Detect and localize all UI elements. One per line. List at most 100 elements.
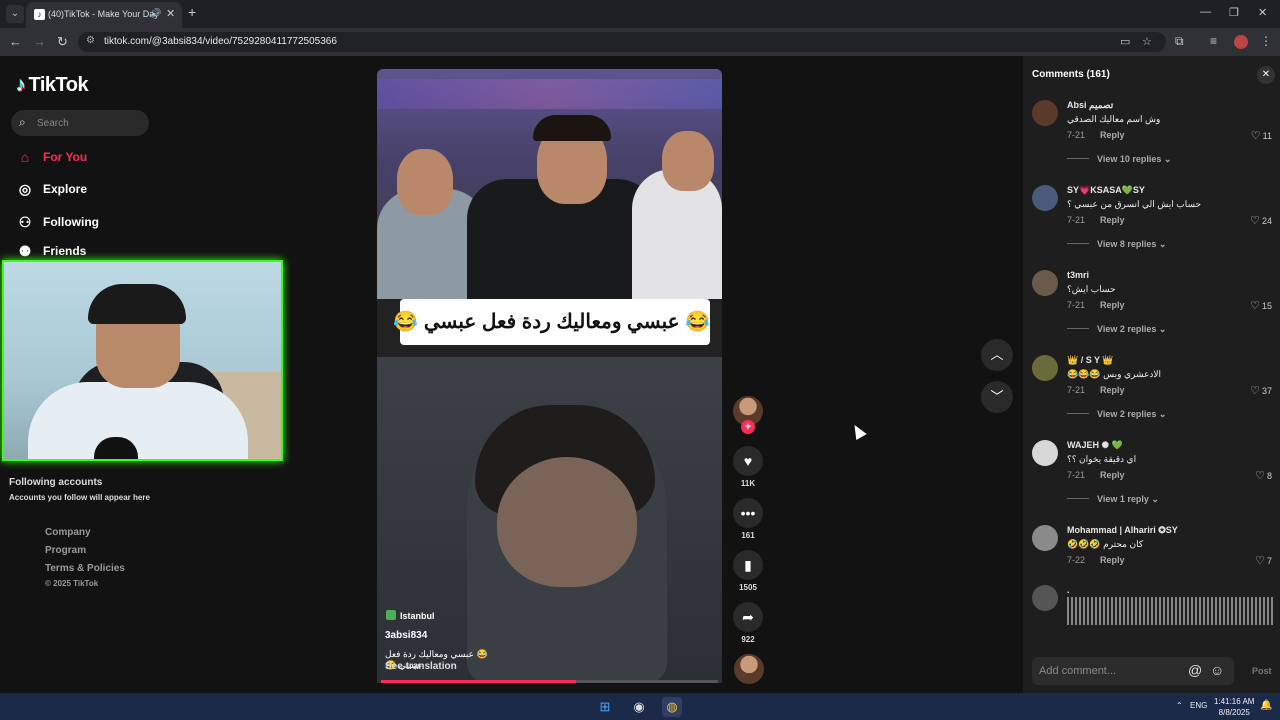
bookmark-icon[interactable]: ▮ [733,550,763,580]
chevron-up-icon: ︿ [990,347,1004,362]
left-person-face [397,149,453,215]
comment-user[interactable]: Absi تصميم [1067,100,1113,111]
chrome-app-icon[interactable]: ◍ [662,697,682,717]
comment-user[interactable]: SY💗KSASA💚SY [1067,185,1145,196]
profile-avatar[interactable] [1234,35,1248,49]
mention-at-icon[interactable]: @ [1188,662,1202,678]
search-input[interactable] [37,115,142,131]
browser-tab[interactable]: ♪ (40)TikTok - Make Your Day 🔊 ✕ [26,2,182,28]
new-tab-icon[interactable]: + [188,4,196,20]
share-arrow-icon[interactable]: ➦ [733,602,763,632]
tab-close-icon[interactable]: ✕ [166,7,175,20]
save-action[interactable]: ▮ 1505 [733,550,763,592]
comment-like[interactable]: ♡ 37 [1250,384,1272,397]
post-comment-button[interactable]: Post [1252,666,1272,676]
comment-avatar[interactable] [1032,440,1058,466]
add-comment-input[interactable] [1039,663,1179,679]
bottom-person-face [497,457,637,587]
reply-button[interactable]: Reply [1100,215,1125,225]
footer-link-terms[interactable]: Terms & Policies [45,563,125,574]
video-author[interactable]: 3absi834 [385,630,427,641]
reply-button[interactable]: Reply [1100,130,1125,140]
view-replies-button[interactable]: View 2 replies ⌄ [1067,409,1166,420]
comment-avatar[interactable] [1032,270,1058,296]
comment-like[interactable]: ♡ 11 [1251,129,1272,142]
copyright: © 2025 TikTok [45,579,99,588]
reply-button[interactable]: Reply [1100,555,1125,565]
reply-button[interactable]: Reply [1100,385,1125,395]
emoji-icon[interactable]: ☺ [1210,662,1224,678]
comment-avatar[interactable] [1032,100,1058,126]
add-comment-box[interactable]: @ ☺ [1032,657,1234,685]
next-video-button[interactable]: ﹀ [981,381,1013,413]
view-replies-button[interactable]: View 1 reply ⌄ [1067,494,1159,505]
system-clock[interactable]: 1:41:16 AM 8/8/2025 [1214,696,1254,718]
sound-disc-avatar[interactable] [734,654,764,684]
comment-bubble-icon[interactable]: ••• [733,498,763,528]
footer-link-company[interactable]: Company [45,527,91,538]
comment-action[interactable]: ••• 161 [733,498,763,540]
footer-link-program[interactable]: Program [45,545,86,556]
heart-icon[interactable]: ♥ [733,446,763,476]
comment-avatar[interactable] [1032,525,1058,551]
video-location[interactable]: Istanbul [386,610,435,621]
cast-icon[interactable]: ▭ [1120,35,1130,48]
view-replies-button[interactable]: View 8 replies ⌄ [1067,239,1166,250]
video-player[interactable]: 😂 عبسي ومعاليك ردة فعل عبسي 😂 Istanbul 3… [377,69,722,683]
search-box[interactable]: ⌕ [11,110,149,136]
extensions-icon[interactable]: ⧉ [1175,34,1184,49]
follow-plus-icon[interactable]: + [741,420,755,434]
view-replies-label: View 2 replies [1097,409,1157,419]
comment-like[interactable]: ♡ 24 [1250,214,1272,227]
chevron-down-icon: ﹀ [990,389,1004,404]
comment-user[interactable]: t3mri [1067,270,1089,280]
omnibox[interactable]: ⚙ tiktok.com/@3absi834/video/75292804117… [78,32,1166,52]
notification-bell-icon[interactable]: 🔔 [1260,700,1272,711]
speaker-icon[interactable]: 🔊 [150,8,161,19]
share-action[interactable]: ➦ 922 [733,602,763,644]
tray-overflow-icon[interactable]: ⌃ [1176,701,1183,710]
site-info-icon[interactable]: ⚙ [86,35,95,46]
comment-text: حساب ايش؟ [1067,284,1116,294]
comment-text: وش اسم معاليك الصدقي [1067,114,1161,124]
comment-like[interactable]: ♡ 8 [1255,469,1272,482]
bookmark-star-icon[interactable]: ☆ [1142,35,1152,48]
forward-icon[interactable]: → [33,34,46,49]
obs-app-icon[interactable]: ◉ [629,697,649,717]
reply-button[interactable]: Reply [1100,470,1125,480]
url-text[interactable]: tiktok.com/@3absi834/video/7529280411772… [104,36,337,47]
comment-user[interactable]: Mohammad | Alhariri ✪SY [1067,525,1178,536]
close-comments-icon[interactable]: ✕ [1257,66,1275,84]
see-translation-link[interactable]: See translation [385,661,457,672]
tab-search-icon[interactable]: ⌄ [6,5,24,23]
previous-video-button[interactable]: ︿ [981,339,1013,371]
comment-avatar[interactable] [1032,185,1058,211]
language-indicator[interactable]: ENG [1190,701,1207,710]
mouse-cursor-icon [849,421,867,441]
windows-start-icon[interactable]: ⊞ [595,697,615,717]
back-icon[interactable]: ← [9,34,22,49]
windows-taskbar: ⊞ ◉ ◍ ⌃ ENG 1:41:16 AM 8/8/2025 🔔 [0,693,1280,720]
tiktok-logo[interactable]: ♪ TikTok [16,74,89,97]
clock-time: 1:41:16 AM [1214,697,1255,706]
media-control-icon[interactable]: ≡ [1210,34,1217,48]
comment-avatar[interactable] [1032,585,1058,611]
browser-menu-icon[interactable]: ⋮ [1260,34,1272,48]
comment-user[interactable]: . [1067,585,1070,595]
reload-icon[interactable]: ↻ [57,34,68,50]
comment-user[interactable]: WAJEH ✺ 💚 [1067,440,1123,451]
video-progress-bar[interactable] [381,680,718,683]
restore-icon[interactable]: ❐ [1229,6,1239,19]
view-replies-button[interactable]: View 10 replies ⌄ [1067,154,1171,165]
comment-user[interactable]: 👑 / S Y 👑 [1067,355,1114,366]
address-bar-row: ← → ↻ ⚙ tiktok.com/@3absi834/video/75292… [0,28,1280,56]
comment-date: 7-21 [1067,470,1086,480]
minimize-icon[interactable]: — [1200,6,1211,18]
window-close-icon[interactable]: ✕ [1258,6,1267,19]
comment-like[interactable]: ♡ 7 [1255,554,1272,567]
comment-avatar[interactable] [1032,355,1058,381]
like-action[interactable]: ♥ 11K [733,446,763,488]
view-replies-button[interactable]: View 2 replies ⌄ [1067,324,1166,335]
comment-like[interactable]: ♡ 15 [1250,299,1272,312]
reply-button[interactable]: Reply [1100,300,1125,310]
